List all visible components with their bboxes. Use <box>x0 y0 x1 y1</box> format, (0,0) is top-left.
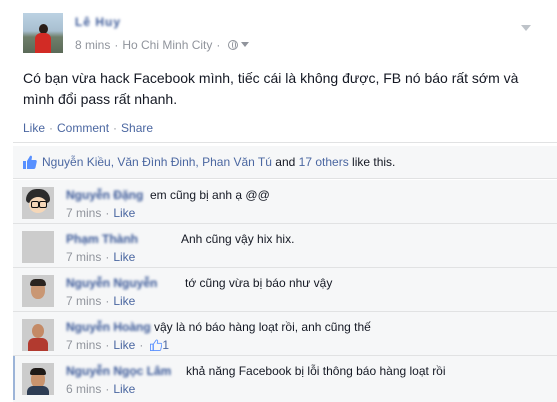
meta-separator: · <box>216 37 221 52</box>
comment-avatar[interactable] <box>22 187 54 219</box>
facebook-post: Lê Huy 8 mins · Ho Chi Minh City · Có bạn v… <box>0 0 557 402</box>
post-meta: 8 mins · Ho Chi Minh City · <box>75 37 250 52</box>
comment-avatar[interactable] <box>22 231 54 263</box>
comment-author[interactable]: Phạm Thành <box>66 232 138 246</box>
thumbs-up-icon[interactable] <box>150 339 163 351</box>
new-comment-marker <box>13 356 15 400</box>
share-button[interactable]: Share <box>121 121 153 135</box>
comment-text: tớ cũng vừa bị báo như vậy <box>185 276 333 290</box>
comment-meta: 7 mins · Like <box>66 250 136 264</box>
comment-text: vậy là nó báo hàng loạt rồi, anh cũng th… <box>154 320 371 334</box>
comment-time[interactable]: 7 mins <box>66 206 101 220</box>
comment-meta: 7 mins · Like <box>66 294 136 308</box>
comment-like-button[interactable]: Like <box>113 250 135 264</box>
comment-avatar[interactable] <box>22 363 54 395</box>
post-actions: Like · Comment · Share <box>23 121 154 135</box>
author-avatar[interactable] <box>23 13 63 53</box>
comment-item: Phạm Thành Anh cũng vậy hix hix. 7 mins ·… <box>13 224 557 268</box>
comment-text: em cũng bị anh ạ @@ <box>150 188 270 202</box>
comment-like-count[interactable]: 1 <box>162 338 169 352</box>
comment-text: Anh cũng vậy hix hix. <box>181 232 295 246</box>
comment-meta: 6 mins · Like <box>66 382 136 396</box>
comment-text: khả năng Facebook bị lỗi thông báo hàng … <box>186 364 446 378</box>
globe-icon[interactable] <box>228 39 239 50</box>
likes-and: and <box>275 155 296 169</box>
post-text: Có bạn vừa hack Facebook mình, tiếc cái … <box>23 70 519 107</box>
post-timestamp[interactable]: 8 mins <box>75 38 110 52</box>
comment-author[interactable]: Nguyễn Hoàng <box>66 320 151 334</box>
comment-item: Nguyễn Đặng em cũng bị anh ạ @@ 7 mins · L… <box>13 180 557 224</box>
comment-item: Nguyễn Ngọc Lâm khả năng Facebook bị lỗi… <box>13 356 557 400</box>
comment-meta: 7 mins · Like · 1 <box>66 338 170 352</box>
comment-author[interactable]: Nguyễn Ngọc Lâm <box>66 364 171 378</box>
post-header: Lê Huy 8 mins · Ho Chi Minh City · <box>23 13 543 53</box>
post-location[interactable]: Ho Chi Minh City <box>122 38 212 52</box>
comment-time[interactable]: 7 mins <box>66 294 101 308</box>
caret-down-icon[interactable] <box>241 42 250 48</box>
comment-item: Nguyễn Nguyễn tớ cũng vừa bị báo như vậy… <box>13 268 557 312</box>
comment-time[interactable]: 7 mins <box>66 338 101 352</box>
meta-separator: · <box>114 37 119 52</box>
like-button[interactable]: Like <box>23 121 45 135</box>
divider <box>13 142 557 143</box>
comment-like-button[interactable]: Like <box>113 294 135 308</box>
likes-suffix: like this. <box>352 155 396 169</box>
comment-avatar[interactable] <box>22 275 54 307</box>
comment-like-button[interactable]: Like <box>113 382 135 396</box>
comment-time[interactable]: 6 mins <box>66 382 101 396</box>
divider <box>13 178 557 179</box>
comment-author[interactable]: Nguyễn Đặng <box>66 188 143 202</box>
comment-like-button[interactable]: Like <box>113 338 135 352</box>
comment-like-button[interactable]: Like <box>113 206 135 220</box>
comments-list: Nguyễn Đặng em cũng bị anh ạ @@ 7 mins · L… <box>13 180 557 402</box>
thumbs-up-icon <box>23 155 37 169</box>
likes-others-link[interactable]: 17 others <box>299 155 349 169</box>
post-options-icon[interactable] <box>521 25 531 31</box>
comment-item: Nguyễn Hoàng vậy là nó báo hàng loạt rồi… <box>13 312 557 356</box>
author-name[interactable]: Lê Huy <box>75 15 121 29</box>
comment-meta: 7 mins · Like <box>66 206 136 220</box>
likers-names[interactable]: Nguyễn Kiều, Văn Đình Đinh, Phan Văn Tú <box>42 155 272 169</box>
comment-time[interactable]: 7 mins <box>66 250 101 264</box>
comment-author[interactable]: Nguyễn Nguyễn <box>66 276 157 290</box>
likes-summary: Nguyễn Kiều, Văn Đình Đinh, Phan Văn Tú … <box>13 146 557 178</box>
comment-button[interactable]: Comment <box>57 121 109 135</box>
comment-avatar[interactable] <box>22 319 54 351</box>
